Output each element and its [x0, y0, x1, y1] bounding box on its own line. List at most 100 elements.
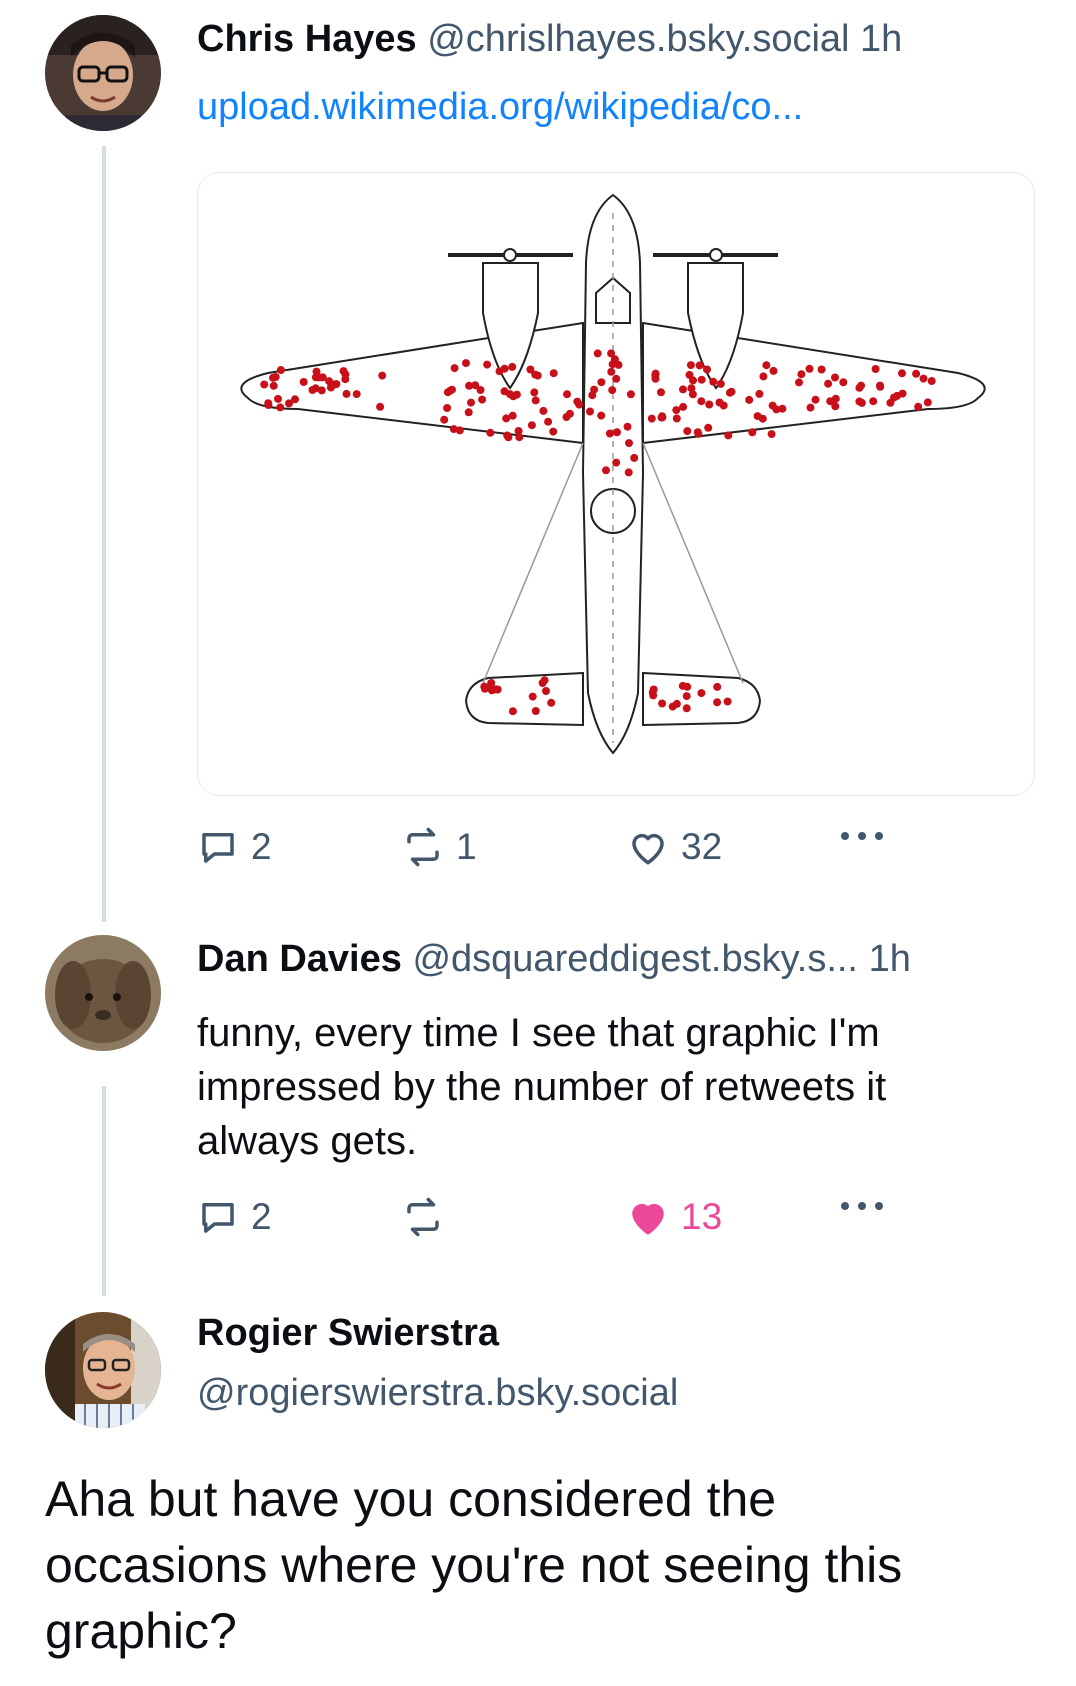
damage-dot [886, 398, 895, 407]
damage-dot [549, 427, 558, 436]
damage-dot [486, 428, 495, 437]
damage-dot [539, 406, 548, 415]
damage-dot [508, 411, 517, 420]
damage-dot [597, 378, 606, 387]
damage-dot [709, 377, 718, 386]
damage-dot [658, 699, 667, 708]
post-header: Dan Davies @dsquareddigest.bsky.s... 1h [197, 938, 911, 981]
damage-dot [612, 458, 621, 467]
damage-dot [697, 397, 706, 406]
post-body: funny, every time I see that graphic I'm… [197, 1006, 1037, 1168]
damage-dot [443, 388, 452, 397]
damage-dot [504, 433, 513, 442]
airplane-damage-illustration [240, 193, 986, 755]
damage-dot [613, 428, 621, 437]
more-icon [837, 826, 887, 846]
damage-dot [678, 681, 687, 690]
like-button[interactable]: 13 [627, 1196, 722, 1238]
damage-dot [276, 403, 285, 412]
damage-dot [608, 386, 617, 395]
post-text-line: impressed by the number of retweets it [197, 1065, 887, 1109]
reply-icon [197, 1196, 239, 1238]
damage-dot [563, 390, 571, 399]
more-icon [837, 1196, 887, 1216]
damage-dot [727, 387, 736, 396]
repost-button[interactable]: 1 [402, 826, 477, 868]
damage-dot [544, 417, 553, 426]
damage-dot [586, 407, 594, 416]
damage-dot [893, 391, 901, 400]
damage-dot [597, 411, 606, 420]
post-text-line: always gets. [197, 1119, 418, 1163]
more-button[interactable] [837, 826, 887, 846]
reply-button[interactable]: 2 [197, 1196, 272, 1238]
damage-dot [651, 369, 660, 378]
avatar-dan-davies[interactable] [45, 935, 161, 1051]
avatar-chris-hayes[interactable] [45, 15, 161, 131]
author-handle[interactable]: @chrislhayes.bsky.social [427, 18, 849, 60]
damage-dot [679, 402, 688, 411]
author-name[interactable]: Rogier Swierstra [197, 1312, 499, 1354]
damage-dot [462, 359, 470, 368]
damage-dot [658, 412, 667, 421]
damage-dot [440, 415, 449, 424]
damage-dot [312, 367, 321, 376]
damage-dot [824, 379, 833, 388]
damage-dot [778, 404, 787, 413]
damage-dot [857, 381, 866, 390]
image-embed[interactable] [197, 172, 1035, 796]
damage-dot [450, 364, 459, 373]
reply-count: 2 [251, 1196, 272, 1237]
damage-dot [703, 365, 711, 374]
damage-dot [332, 380, 341, 389]
heart-icon [627, 1196, 669, 1238]
repost-count: 1 [456, 826, 477, 867]
damage-dot [487, 679, 496, 687]
repost-button[interactable] [402, 1196, 456, 1238]
damage-dot [602, 466, 610, 475]
damage-dot [806, 403, 815, 412]
post-text-line: occasions where you're not seeing this [45, 1537, 903, 1593]
damage-dot [547, 698, 556, 707]
damage-dot [682, 704, 691, 713]
more-button[interactable] [837, 1196, 887, 1216]
post-text-line: Aha but have you considered the [45, 1471, 777, 1527]
like-button[interactable]: 32 [627, 826, 722, 868]
post-time[interactable]: 1h [869, 938, 911, 980]
damage-dot [686, 361, 695, 370]
damage-dot [590, 385, 599, 394]
damage-dot [455, 426, 464, 435]
damage-dot [269, 381, 278, 390]
author-handle[interactable]: @dsquareddigest.bsky.s... [412, 938, 858, 980]
like-count: 32 [681, 826, 723, 867]
damage-dot [612, 374, 621, 383]
damage-dot [745, 395, 754, 404]
damage-dot [508, 707, 517, 716]
damage-dot [325, 377, 334, 386]
damage-dot [573, 397, 582, 406]
damage-dot [715, 398, 724, 407]
damage-dot [478, 395, 487, 404]
damage-dot [912, 369, 921, 378]
damage-dot [531, 396, 540, 405]
damage-dot [264, 401, 273, 409]
author-name[interactable]: Dan Davies [197, 938, 402, 980]
damage-dot [607, 349, 616, 358]
post-link[interactable]: upload.wikimedia.org/wikipedia/co... [197, 86, 803, 129]
damage-dot [762, 361, 771, 370]
post-author-handle: @rogierswierstra.bsky.social [197, 1372, 678, 1415]
damage-dot [531, 707, 540, 715]
author-name[interactable]: Chris Hayes [197, 18, 417, 60]
damage-dot [748, 428, 757, 437]
damage-dot [704, 423, 713, 432]
damage-dot [693, 428, 702, 437]
reply-button[interactable]: 2 [197, 826, 272, 868]
damage-dot [672, 699, 681, 708]
damage-dot [657, 388, 665, 397]
post-time[interactable]: 1h [860, 18, 902, 60]
avatar-rogier-swierstra[interactable] [45, 1312, 161, 1428]
damage-dot [562, 413, 571, 422]
author-handle[interactable]: @rogierswierstra.bsky.social [197, 1372, 678, 1414]
damage-dot [625, 439, 633, 448]
damage-dot [758, 414, 767, 423]
